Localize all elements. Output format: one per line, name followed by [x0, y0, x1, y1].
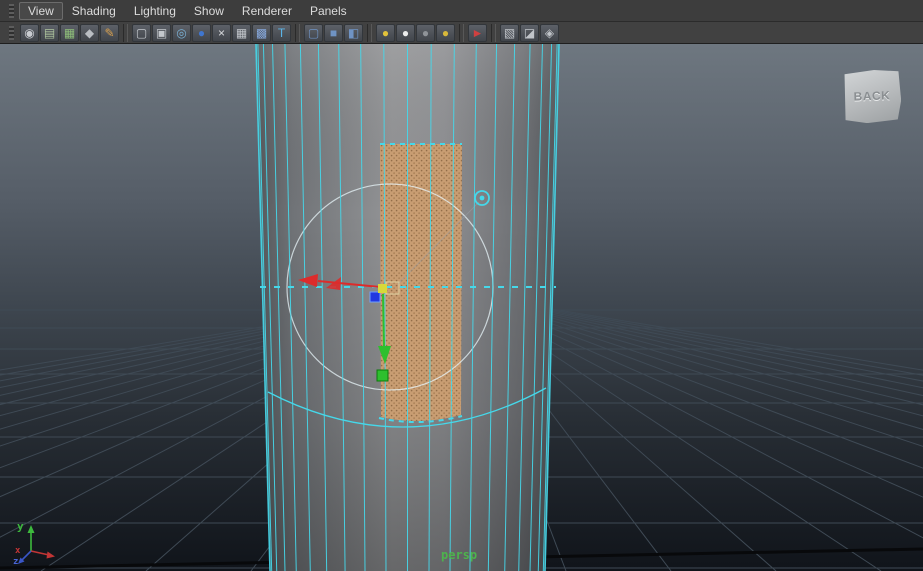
- safe-title-icon[interactable]: ▦: [232, 23, 251, 42]
- film-gate-icon[interactable]: ▢: [132, 23, 151, 42]
- axis-y-arrow: [27, 525, 35, 533]
- viewport-canvas[interactable]: [0, 44, 923, 571]
- manip-z-handle[interactable]: [369, 291, 381, 303]
- toolbar-separator: [367, 23, 372, 42]
- all-lights-icon[interactable]: ●: [436, 23, 455, 42]
- default-material-icon[interactable]: ●: [376, 23, 395, 42]
- highlight-selection-icon[interactable]: ►: [468, 23, 487, 42]
- isolate-select-icon[interactable]: ◪: [520, 23, 539, 42]
- selected-face-strip[interactable]: [380, 144, 462, 422]
- perspective-viewport[interactable]: BACK persp y x z: [0, 44, 923, 571]
- field-chart-icon[interactable]: ●: [192, 23, 211, 42]
- back-button[interactable]: BACK: [842, 68, 902, 124]
- frame-all-icon[interactable]: ▩: [252, 23, 271, 42]
- manip-center-handle[interactable]: [378, 284, 387, 293]
- toolbar-separator: [459, 23, 464, 42]
- toolbar-separator: [491, 23, 496, 42]
- manip-y-handle[interactable]: [376, 369, 389, 382]
- axis-y-label: y: [17, 520, 24, 533]
- camera-name-label: persp: [441, 548, 478, 562]
- menu-view[interactable]: View: [19, 1, 63, 20]
- color-display-icon[interactable]: ●: [396, 23, 415, 42]
- viewport-toolbar: ◉ ▤ ▦ ◆ ✎ ▢ ▣ ◎ ● × ▦ ▩ T ▢ ■ ◧ ● ● ● ● ► ▧ ◪ ◈: [0, 22, 923, 44]
- image-plane-icon[interactable]: ▦: [60, 23, 79, 42]
- menu-shading[interactable]: Shading: [63, 2, 125, 20]
- menu-show[interactable]: Show: [185, 2, 233, 20]
- menu-panels[interactable]: Panels: [301, 2, 356, 20]
- safe-action-icon[interactable]: ×: [212, 23, 231, 42]
- gate-mask-icon[interactable]: ◎: [172, 23, 191, 42]
- view-cube-icon[interactable]: ◆: [80, 23, 99, 42]
- bookmarks-icon[interactable]: ▤: [40, 23, 59, 42]
- menu-renderer[interactable]: Renderer: [233, 2, 301, 20]
- wireframe-display-icon[interactable]: ▢: [304, 23, 323, 42]
- toolbar-separator: [295, 23, 300, 42]
- panel-menu-bar: View Shading Lighting Show Renderer Pane…: [0, 0, 923, 22]
- bounding-box-icon[interactable]: ◧: [344, 23, 363, 42]
- smooth-shade-icon[interactable]: ■: [324, 23, 343, 42]
- menu-lighting[interactable]: Lighting: [125, 2, 185, 20]
- share-view-icon[interactable]: ◈: [540, 23, 559, 42]
- grease-pencil-icon[interactable]: ✎: [100, 23, 119, 42]
- view-axis-gizmo: y x z: [13, 520, 55, 566]
- camera-icon[interactable]: ◉: [20, 23, 39, 42]
- resolution-gate-icon[interactable]: ▣: [152, 23, 171, 42]
- toolbar-grip[interactable]: [9, 25, 14, 40]
- menu-bar-grip[interactable]: [9, 3, 14, 18]
- axis-z-label: z: [13, 557, 18, 566]
- toolbar-separator: [123, 23, 128, 42]
- no-lights-icon[interactable]: ●: [416, 23, 435, 42]
- axis-x-label: x: [15, 546, 21, 556]
- textured-display-icon[interactable]: T: [272, 23, 291, 42]
- viewport-toolbar-icons: ◉ ▤ ▦ ◆ ✎ ▢ ▣ ◎ ● × ▦ ▩ T ▢ ■ ◧ ● ● ● ● ► ▧ ◪ ◈: [20, 23, 559, 42]
- xray-display-icon[interactable]: ▧: [500, 23, 519, 42]
- axis-x-arrow: [46, 551, 55, 559]
